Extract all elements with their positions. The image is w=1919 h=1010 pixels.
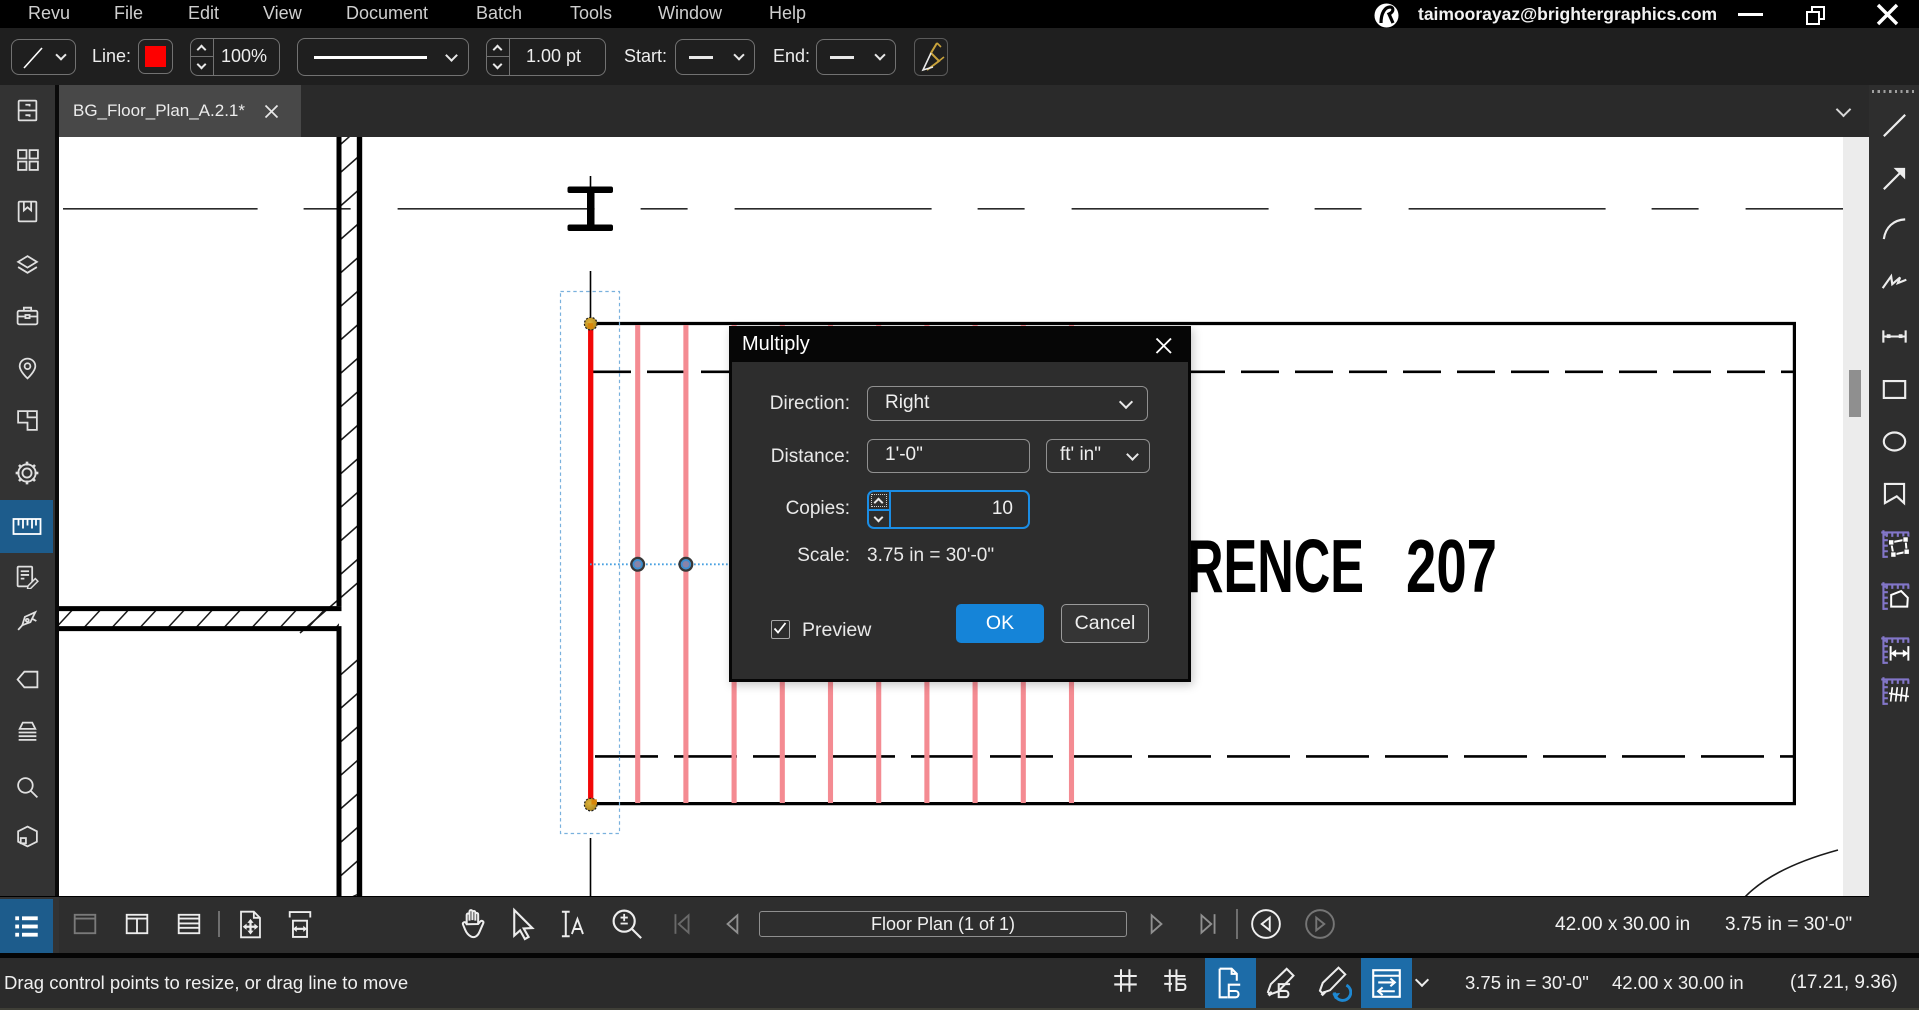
svg-text:207: 207 <box>1406 524 1497 608</box>
svg-text:RENCE: RENCE <box>1187 524 1364 608</box>
